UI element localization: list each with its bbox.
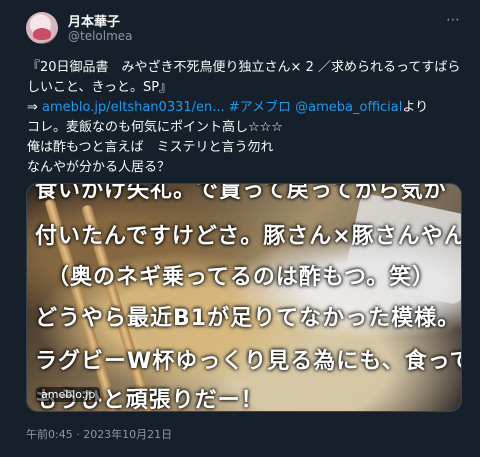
tweet-text-line: コレ。麦飯なのも何気にポイント高し☆☆☆	[27, 120, 283, 135]
tweet-text-line: 俺は酢もつと言えば ミステリと言う勿れ	[27, 140, 274, 155]
overlay-text-line: 付いたんですけどさ。豚さん×豚さんやん	[35, 224, 462, 249]
overlay-text-line: 食いかけ失礼。で貰って戻ってから気が	[35, 183, 447, 203]
link-source-badge: ameblo.jp	[36, 387, 101, 402]
image-text-overlay: 食いかけ失礼。で貰って戻ってから気が 付いたんですけどさ。豚さん×豚さんやん （…	[27, 184, 461, 411]
mention-link[interactable]: @ameba_official	[291, 100, 402, 115]
avatar[interactable]	[26, 12, 58, 44]
link-card-image[interactable]: 食いかけ失礼。で貰って戻ってから気が 付いたんですけどさ。豚さん×豚さんやん （…	[26, 183, 462, 412]
overlay-text-line: どうやら最近B1が足りてなかった模様。	[35, 306, 461, 331]
tweet-text-line: しいこと、きっと。SP』	[27, 80, 173, 95]
tweet-text: 『20日御品書 みやざき不死鳥便り独立さん× 2 ／求められるってすばら しいこ…	[27, 58, 467, 178]
tweet: 月本華子 @telolmea ⋯ 『20日御品書 みやざき不死鳥便り独立さん× …	[0, 0, 480, 457]
more-options-icon[interactable]: ⋯	[446, 12, 461, 28]
tweet-text-line: なんやが分かる人居る？	[27, 160, 171, 175]
tweet-text-line: ⇒ ameblo.jp/eltshan0331/en... #アメブロ @ame…	[27, 98, 467, 118]
arrow-text: ⇒	[27, 100, 43, 115]
tweet-text-line: 『20日御品書 みやざき不死鳥便り独立さん× 2 ／求められるってすばら	[27, 60, 461, 75]
hashtag-link[interactable]: #アメブロ	[225, 100, 291, 115]
timestamp[interactable]: 午前0:45 · 2023年10月21日	[26, 426, 172, 442]
ameblo-link[interactable]: ameblo.jp/eltshan0331/en...	[42, 100, 225, 115]
overlay-text-line: ラグビーW杯ゆっくり見る為にも、食って	[35, 349, 462, 374]
display-name[interactable]: 月本華子	[68, 11, 120, 30]
user-handle[interactable]: @telolmea	[68, 29, 133, 43]
overlay-text-line: （奥のネギ乗ってるのは酢もつ。笑）	[47, 265, 436, 290]
trailing-text: より	[402, 100, 429, 115]
